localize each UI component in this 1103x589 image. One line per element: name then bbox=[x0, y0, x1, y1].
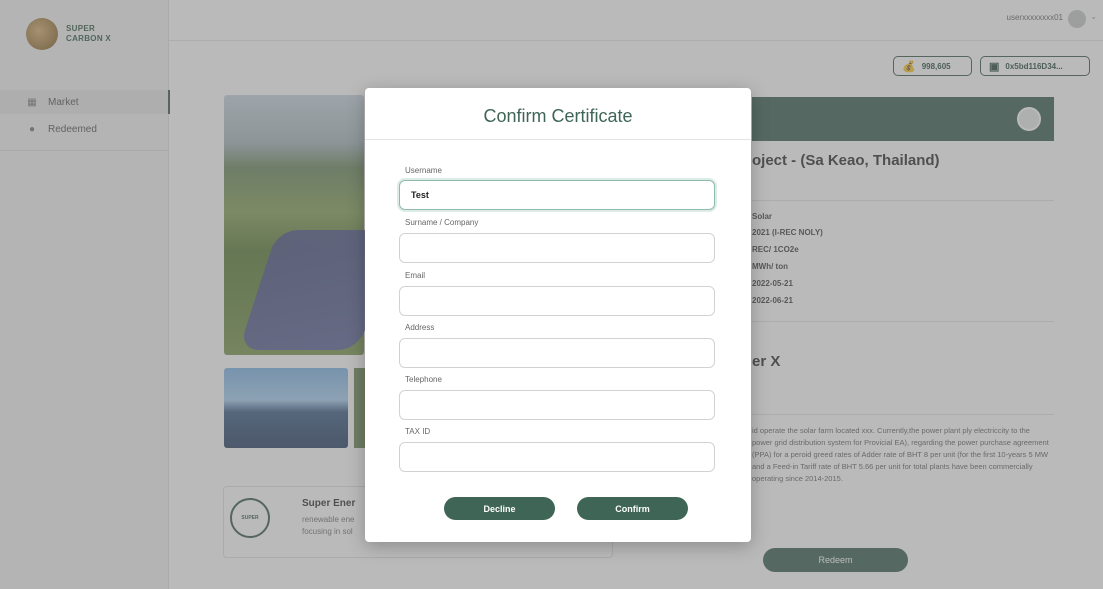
telephone-field[interactable] bbox=[399, 390, 715, 420]
dialog-title: Confirm Certificate bbox=[483, 106, 633, 126]
dialog-divider bbox=[365, 139, 751, 140]
surname-company-field[interactable] bbox=[399, 233, 715, 263]
surname-company-label: Surname / Company bbox=[405, 218, 479, 227]
username-label: Username bbox=[405, 166, 442, 175]
telephone-label: Telephone bbox=[405, 375, 442, 384]
address-label: Address bbox=[405, 323, 435, 332]
confirm-certificate-dialog: Confirm Certificate Username Surname / C… bbox=[365, 88, 751, 542]
decline-button[interactable]: Decline bbox=[444, 497, 555, 520]
email-label: Email bbox=[405, 271, 426, 280]
confirm-button[interactable]: Confirm bbox=[577, 497, 688, 520]
username-field[interactable] bbox=[399, 180, 715, 210]
email-field[interactable] bbox=[399, 286, 715, 316]
tax-id-field[interactable] bbox=[399, 442, 715, 472]
tax-id-label: TAX ID bbox=[405, 427, 431, 436]
address-field[interactable] bbox=[399, 338, 715, 368]
